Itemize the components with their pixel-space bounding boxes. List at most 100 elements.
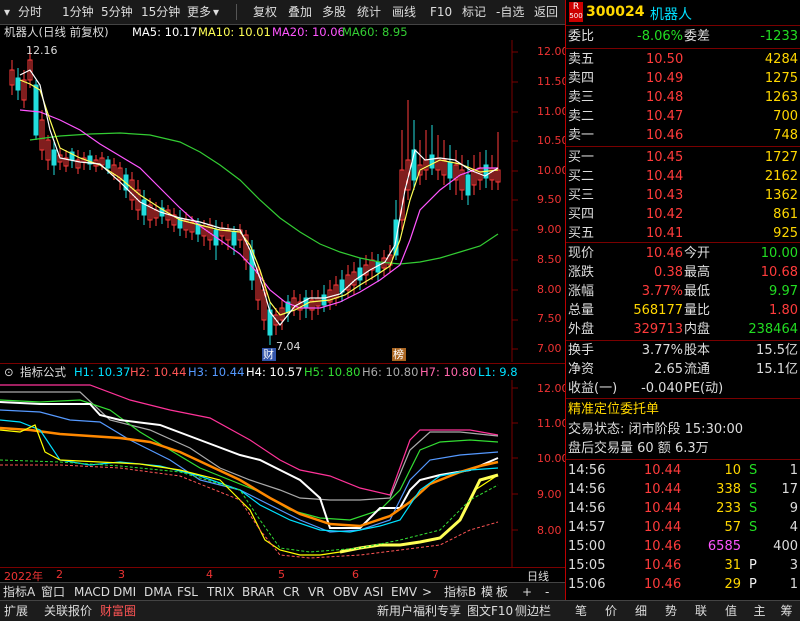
candle-body: [447, 161, 453, 179]
tab-cr[interactable]: CR: [283, 583, 300, 601]
l1-label: L1: 9.8: [478, 365, 518, 379]
stat-row[interactable]: 现价 10.46 今开 10.00: [566, 245, 800, 263]
tab-indicator-a[interactable]: 指标A: [3, 583, 35, 601]
expand-button[interactable]: 扩展: [4, 602, 28, 620]
tick-row[interactable]: 15:06 10.46 29 P 1: [566, 576, 800, 594]
f10-graphic-button[interactable]: 图文F10: [467, 602, 513, 620]
bid-row[interactable]: 买五 10.41 925: [566, 225, 800, 243]
tab-trend[interactable]: 势: [656, 602, 686, 620]
r-badge: R 500: [569, 2, 583, 22]
tabs-scroll-right-icon[interactable]: >: [422, 583, 432, 601]
ask-row[interactable]: 卖一 10.46 748: [566, 127, 800, 145]
bid-row[interactable]: 买一 10.45 1727: [566, 149, 800, 167]
draw-line-button[interactable]: 画线: [392, 3, 416, 21]
ask-row[interactable]: 卖五 10.50 4284: [566, 51, 800, 69]
tab-main[interactable]: 主: [746, 602, 773, 620]
ma5-line: [19, 69, 499, 326]
finance-badge[interactable]: 财: [263, 347, 274, 361]
h2-line: [0, 426, 499, 528]
ask-row[interactable]: 卖三 10.48 1263: [566, 89, 800, 107]
f10-button[interactable]: F10: [430, 3, 452, 21]
tab-intraday[interactable]: 分时: [18, 3, 42, 21]
stock-name: 机器人: [650, 7, 692, 23]
more-dropdown-icon[interactable]: ▾: [213, 3, 219, 21]
related-quote-button[interactable]: 关联报价: [44, 602, 92, 620]
fundamental-row[interactable]: 换手 3.77% 股本 15.5亿: [566, 342, 800, 360]
stats-button[interactable]: 统计: [357, 3, 381, 21]
bid-row[interactable]: 买二 10.44 2162: [566, 168, 800, 186]
h4-label: H4: 10.57: [246, 365, 303, 379]
bid-row[interactable]: 买四 10.42 861: [566, 206, 800, 224]
indicator-chart[interactable]: [0, 380, 565, 567]
ma20-label: MA20: 10.06: [272, 25, 345, 39]
precise-order-title[interactable]: 精准定位委托单: [566, 401, 800, 419]
rank-badge[interactable]: 榜: [393, 347, 404, 361]
tick-row[interactable]: 14:57 10.44 57 S 4: [566, 519, 800, 537]
collapse-icon[interactable]: ▾: [4, 3, 10, 21]
tab-15min[interactable]: 15分钟: [141, 3, 180, 21]
multi-stock-button[interactable]: 多股: [322, 3, 346, 21]
tab-brar[interactable]: BRAR: [242, 583, 275, 601]
tick-row[interactable]: 14:56 10.44 338 S 17: [566, 481, 800, 499]
tick-row[interactable]: 14:56 10.44 10 S 1: [566, 462, 800, 480]
tab-dmi[interactable]: DMI: [113, 583, 136, 601]
tab-dma[interactable]: DMA: [144, 583, 172, 601]
status-bar: 扩展 关联报价 财富圈 新用户福利专享 图文F10 侧边栏 笔 价 细 势 联 …: [0, 600, 800, 621]
wealth-circle-button[interactable]: 财富圈: [100, 602, 136, 620]
tab-board[interactable]: 板: [496, 583, 508, 601]
stat-row[interactable]: 总量 568177 量比 1.80: [566, 302, 800, 320]
stat-row[interactable]: 外盘 329713 内盘 238464: [566, 321, 800, 339]
candlestick-chart[interactable]: 12.16 7.04 财 榜: [0, 40, 565, 362]
candle-body: [105, 159, 111, 169]
tab-vr[interactable]: VR: [308, 583, 325, 601]
tab-macd[interactable]: MACD: [74, 583, 110, 601]
tab-emv[interactable]: EMV: [391, 583, 417, 601]
bid-row[interactable]: 买三 10.43 1362: [566, 187, 800, 205]
stock-period-label[interactable]: 机器人(日线 前复权): [4, 24, 109, 40]
date-axis: 2022年 2 3 4 5 6 7 日线: [0, 567, 565, 583]
tab-5min[interactable]: 5分钟: [101, 3, 133, 21]
fundamental-row[interactable]: 收益(一) -0.040 PE(动): [566, 380, 800, 398]
tab-window[interactable]: 窗口: [41, 583, 65, 601]
tick-row[interactable]: 15:05 10.46 31 P 3: [566, 557, 800, 575]
tab-price[interactable]: 价: [596, 602, 626, 620]
add-pane-button[interactable]: +: [522, 583, 532, 601]
h5-line: [0, 399, 499, 521]
tick-row[interactable]: 15:00 10.46 6585 400: [566, 538, 800, 556]
stat-row[interactable]: 涨幅 3.77% 最低 9.97: [566, 283, 800, 301]
new-user-benefit-link[interactable]: 新用户福利专享: [377, 602, 461, 620]
tab-value[interactable]: 值: [716, 602, 746, 620]
tab-trix[interactable]: TRIX: [207, 583, 234, 601]
tab-tick[interactable]: 笔: [566, 602, 596, 620]
tab-indicator-b[interactable]: 指标B: [444, 583, 476, 601]
tab-related[interactable]: 联: [686, 602, 716, 620]
tab-more[interactable]: 更多: [187, 3, 211, 21]
indicator-formula-label[interactable]: 指标公式: [20, 364, 66, 380]
h1-label: H1: 10.37: [74, 365, 131, 379]
tab-chips[interactable]: 筹: [773, 602, 800, 620]
tab-asi[interactable]: ASI: [364, 583, 383, 601]
tab-fsl[interactable]: FSL: [177, 583, 198, 601]
ask-row[interactable]: 卖四 10.49 1275: [566, 70, 800, 88]
tab-detail[interactable]: 细: [626, 602, 656, 620]
mark-button[interactable]: 标记: [462, 3, 486, 21]
tab-obv[interactable]: OBV: [333, 583, 359, 601]
stat-row[interactable]: 涨跌 0.38 最高 10.68: [566, 264, 800, 282]
indicator-menu-icon[interactable]: ⊙: [4, 364, 14, 380]
sidebar-button[interactable]: 侧边栏: [515, 602, 551, 620]
high-price-label: 12.16: [26, 44, 58, 57]
fundamental-row[interactable]: 净资 2.65 流通 15.1亿: [566, 361, 800, 379]
ma10-label: MA10: 10.01: [198, 25, 271, 39]
h7-label: H7: 10.80: [420, 365, 477, 379]
tick-row[interactable]: 14:56 10.44 233 S 9: [566, 500, 800, 518]
ask-row[interactable]: 卖二 10.47 700: [566, 108, 800, 126]
price-axis-ticks: [512, 51, 518, 350]
tab-template[interactable]: 模: [481, 583, 493, 601]
rights-button[interactable]: 复权: [253, 3, 277, 21]
back-button[interactable]: 返回: [534, 3, 558, 21]
tab-1min[interactable]: 1分钟: [62, 3, 94, 21]
overlay-button[interactable]: 叠加: [288, 3, 312, 21]
watchlist-remove-button[interactable]: -自选: [496, 3, 524, 21]
remove-pane-button[interactable]: -: [545, 583, 549, 601]
candle-body: [429, 154, 435, 169]
